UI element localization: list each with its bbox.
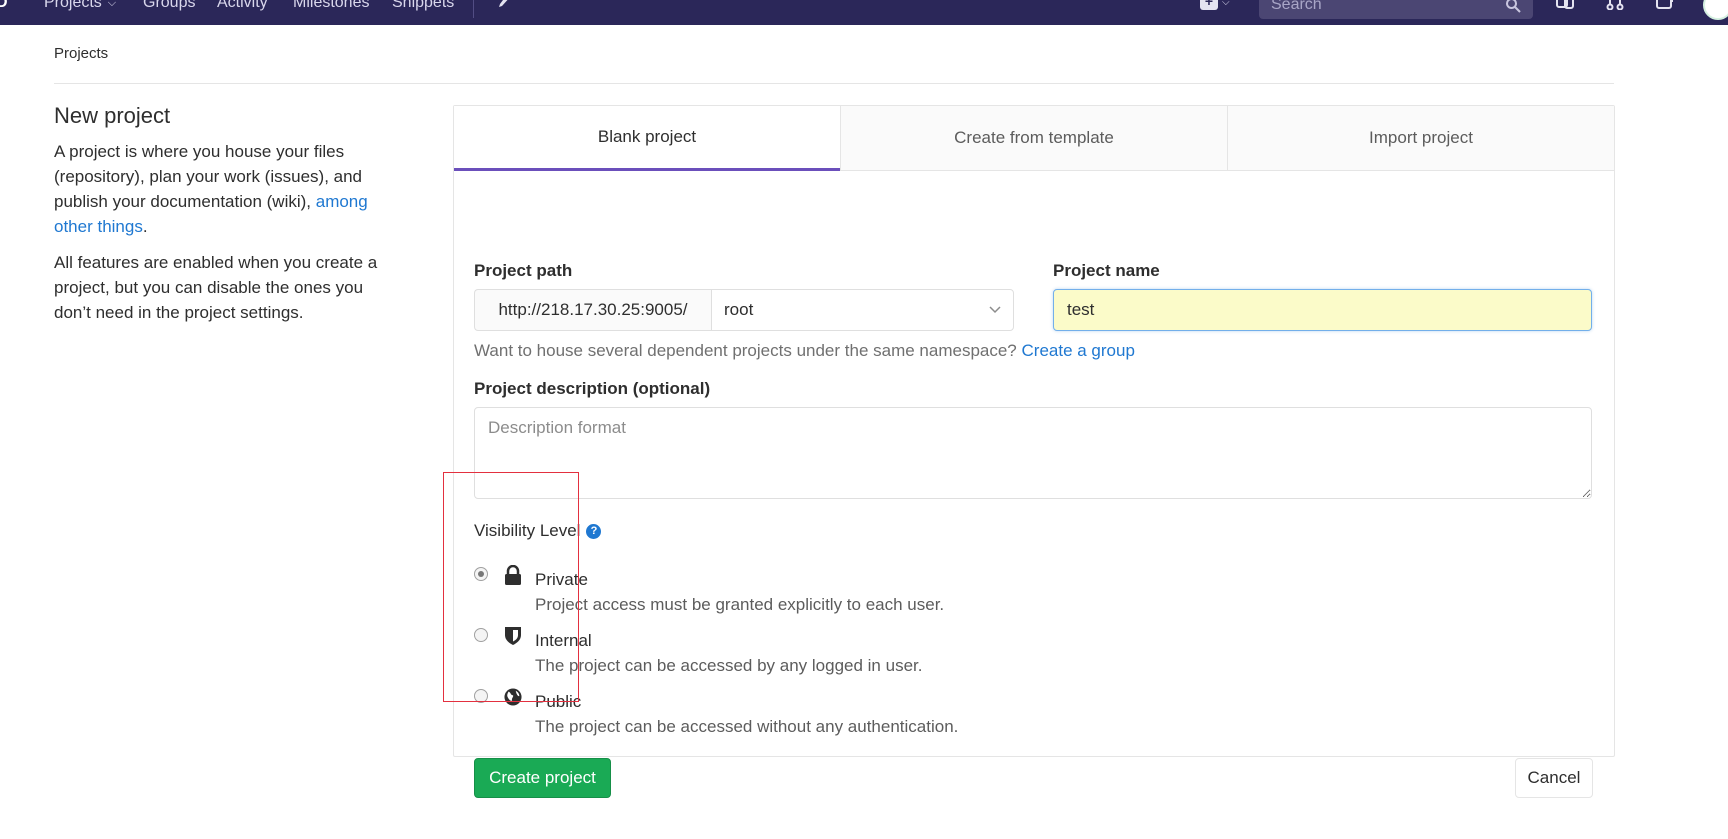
nav-item-snippets[interactable]: Snippets [392,0,454,12]
todo-icon[interactable] [1656,0,1674,10]
namespace-value: root [724,300,754,319]
chevron-down-icon [989,306,1001,314]
brand-logo[interactable]: D [0,0,8,12]
merge-request-icon[interactable] [1606,0,1624,10]
intro-section: New project A project is where you house… [54,103,394,336]
top-navbar: D Projects ⌵ Groups Activity Milestones … [0,0,1728,25]
create-group-link[interactable]: Create a group [1022,341,1135,360]
issues-icon[interactable] [1556,0,1574,10]
visibility-option-public: Public The project can be accessed witho… [474,688,1174,739]
visibility-level-label: Visibility Level ? [474,521,602,541]
internal-description: The project can be accessed by any logge… [535,656,923,675]
new-project-panel: Blank project Create from template Impor… [453,105,1615,798]
project-tabs: Blank project Create from template Impor… [454,106,1614,171]
private-radio[interactable] [474,567,488,581]
breadcrumb: Projects [54,45,108,62]
new-dropdown-button[interactable]: + ⌵ [1200,0,1230,10]
plus-icon: + [1200,0,1218,10]
breadcrumb-projects[interactable]: Projects [54,45,108,62]
nav-divider [473,0,474,18]
search-box [1259,0,1533,19]
avatar[interactable] [1703,0,1728,20]
intro-paragraph: A project is where you house your files … [54,139,394,239]
nav-item-groups[interactable]: Groups [143,0,195,12]
help-text: Want to house several dependent projects… [474,341,1022,360]
path-prefix: http://218.17.30.25:9005/ [474,289,711,331]
globe-icon [504,688,522,706]
tab-create-from-template[interactable]: Create from template [840,106,1227,171]
cancel-button[interactable]: Cancel [1515,758,1593,798]
chevron-down-icon: ⌵ [1222,0,1230,8]
pencil-icon[interactable] [498,0,512,8]
nav-item-activity[interactable]: Activity [217,0,268,12]
project-description-label: Project description (optional) [474,379,711,398]
page-title: New project [54,103,171,128]
internal-radio[interactable] [474,628,488,642]
private-description: Project access must be granted explicitl… [535,595,945,614]
nav-item-label: Projects [44,0,102,11]
intro-text-end: . [142,217,148,236]
project-name-label: Project name [1053,261,1160,280]
visibility-option-private: Private Project access must be granted e… [474,565,1174,617]
visibility-label-text: Visibility Level [474,521,581,540]
create-project-button[interactable]: Create project [474,758,611,798]
public-title: Public [535,692,582,711]
public-radio[interactable] [474,689,488,703]
project-name-input[interactable] [1053,289,1592,331]
tab-import-project[interactable]: Import project [1227,106,1614,171]
divider [54,83,1614,84]
internal-title: Internal [535,631,592,650]
nav-item-milestones[interactable]: Milestones [293,0,369,12]
project-description-input[interactable] [474,407,1592,499]
lock-icon [505,565,521,585]
chevron-down-icon: ⌵ [107,0,117,9]
intro-paragraph-2: All features are enabled when you create… [54,253,378,322]
search-icon[interactable] [1505,0,1521,13]
help-icon[interactable]: ? [586,523,602,539]
search-input[interactable] [1271,0,1491,14]
project-path-label: Project path [474,261,573,280]
tab-blank-project[interactable]: Blank project [454,106,840,171]
visibility-option-internal: Internal The project can be accessed by … [474,627,1174,678]
public-description: The project can be accessed without any … [535,717,959,736]
shield-icon [505,627,521,645]
namespace-select[interactable]: root [711,289,1014,331]
private-title: Private [535,570,588,589]
namespace-help-text: Want to house several dependent projects… [474,341,1135,361]
nav-item-projects[interactable]: Projects ⌵ [44,0,116,12]
